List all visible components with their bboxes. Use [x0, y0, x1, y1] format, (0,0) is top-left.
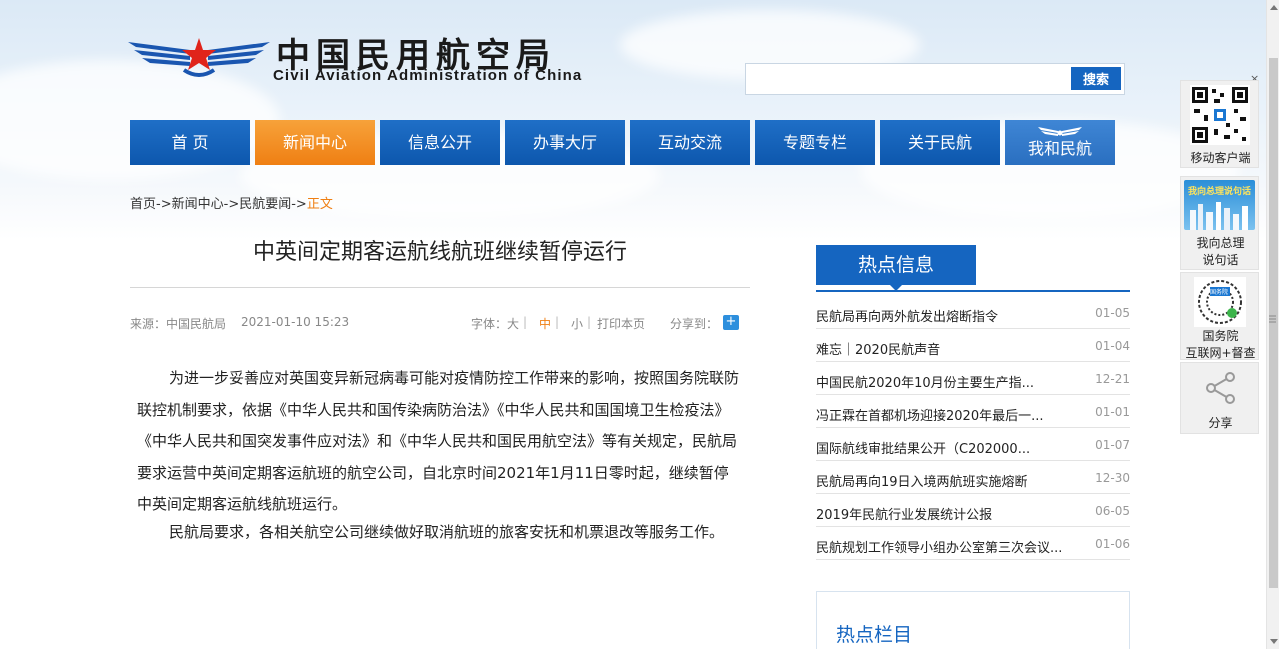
- breadcrumb-current: 正文: [306, 197, 333, 212]
- mobile-client-widget[interactable]: 移动客户端: [1180, 80, 1259, 168]
- premier-message-widget[interactable]: 我向总理说句话 我向总理 说句话: [1180, 176, 1259, 270]
- side-label: 移动客户端: [1190, 151, 1251, 165]
- hot-info-item[interactable]: 民航规划工作领导小组办公室第三次会议... 01-06: [816, 527, 1130, 560]
- hot-info-title[interactable]: 难忘｜2020民航声音: [816, 339, 940, 358]
- state-council-widget[interactable]: 国务院 国务院 互联网+督查: [1180, 272, 1259, 360]
- article-paragraph: 为进一步妥善应对英国变异新冠病毒可能对疫情防控工作带来的影响，按照国务院联防联控…: [137, 369, 740, 513]
- article-paragraph: 民航局要求，各相关航空公司继续做好取消航班的旅客安抚和机票退改等服务工作。: [169, 523, 725, 541]
- search-bar: 搜索: [745, 63, 1125, 95]
- hot-info-tab[interactable]: 热点信息: [816, 245, 976, 285]
- caac-emblem-icon[interactable]: [128, 36, 270, 80]
- article-title: 中英间定期客运航线航班继续暂停运行: [252, 240, 627, 265]
- wings-icon: [1038, 127, 1082, 136]
- font-size-label: 字体：: [471, 317, 508, 331]
- hot-info-item[interactable]: 民航局再向两外航发出熔断指令 01-05: [816, 296, 1130, 329]
- nav-item-label: 办事大厅: [532, 133, 597, 152]
- city-skyline-icon: [1190, 202, 1248, 230]
- breadcrumb-separator: ->: [291, 197, 307, 212]
- hot-info-date: 12-30: [1095, 471, 1130, 485]
- nav-item-me-and-caac[interactable]: 我和民航: [1005, 120, 1115, 165]
- scroll-down-arrow-icon[interactable]: [1270, 639, 1278, 644]
- hot-info-date: 01-05: [1095, 306, 1130, 320]
- qr-code-icon: [1194, 277, 1246, 327]
- breadcrumb-news[interactable]: 新闻中心: [172, 197, 224, 212]
- font-size-medium[interactable]: 中: [539, 315, 551, 332]
- title-divider: [130, 287, 750, 288]
- nav-item-label: 专题专栏: [782, 133, 847, 152]
- meta-divider: |: [555, 315, 560, 329]
- scroll-grip-icon: [1269, 315, 1276, 323]
- hot-info-item[interactable]: 难忘｜2020民航声音 01-04: [816, 329, 1130, 362]
- premier-banner-text: 我向总理说句话: [1187, 187, 1251, 197]
- hot-info-item[interactable]: 中国民航2020年10月份主要生产指... 12-21: [816, 362, 1130, 395]
- hot-info-title[interactable]: 民航局再向两外航发出熔断指令: [816, 306, 998, 325]
- meta-divider: |: [587, 315, 592, 329]
- qr-code-icon: [1190, 85, 1250, 145]
- nav-item-label: 互动交流: [657, 133, 722, 152]
- font-size-small[interactable]: 小: [571, 315, 583, 332]
- state-council-badge: 国务院: [1210, 289, 1229, 296]
- site-title-en: Civil Aviation Administration of China: [273, 67, 583, 84]
- nav-item-label: 首 页: [171, 133, 209, 152]
- breadcrumb: 首页->新闻中心->民航要闻->正文: [130, 193, 333, 212]
- hot-info-title[interactable]: 冯正霖在首都机场迎接2020年最后一...: [816, 405, 1043, 424]
- meta-divider: |: [523, 315, 528, 329]
- hot-info-title[interactable]: 民航局再向19日入境两航班实施熔断: [816, 471, 1028, 490]
- hot-info-date: 01-07: [1095, 438, 1130, 452]
- nav-item-about[interactable]: 关于民航: [880, 120, 1000, 165]
- hot-columns-title: 热点栏目: [836, 624, 913, 646]
- print-link[interactable]: 打印本页: [597, 315, 645, 332]
- hot-info-item[interactable]: 国际航线审批结果公开（C202000... 01-07: [816, 428, 1130, 461]
- breadcrumb-home[interactable]: 首页: [130, 197, 156, 212]
- share-widget[interactable]: 分享: [1180, 362, 1259, 434]
- article-source: 来源：中国民航局: [130, 317, 227, 331]
- breadcrumb-separator: ->: [223, 197, 240, 212]
- hot-info-title[interactable]: 国际航线审批结果公开（C202000...: [816, 438, 1030, 457]
- breadcrumb-separator: ->: [156, 197, 172, 212]
- hot-info-item[interactable]: 冯正霖在首都机场迎接2020年最后一... 01-01: [816, 395, 1130, 428]
- breadcrumb-caac-news[interactable]: 民航要闻: [239, 197, 291, 212]
- nav-item-label: 信息公开: [407, 133, 472, 152]
- font-size-large[interactable]: 大: [507, 315, 519, 332]
- side-label: 分享: [1208, 416, 1233, 430]
- nav-item-label: 新闻中心: [282, 133, 347, 152]
- hot-columns-panel: 热点栏目: [816, 591, 1130, 649]
- hot-info-date: 01-06: [1095, 537, 1130, 551]
- nav-item-label: 关于民航: [907, 133, 972, 152]
- share-icon: [1206, 372, 1235, 404]
- side-label: 我向总理 说句话: [1196, 236, 1245, 267]
- hot-info-title[interactable]: 中国民航2020年10月份主要生产指...: [816, 372, 1034, 391]
- hot-info-item[interactable]: 民航局再向19日入境两航班实施熔断 12-30: [816, 461, 1130, 494]
- nav-item-special-topics[interactable]: 专题专栏: [755, 120, 875, 165]
- premier-banner-image: 我向总理说句话: [1184, 180, 1255, 230]
- hot-info-title[interactable]: 民航规划工作领导小组办公室第三次会议...: [816, 537, 1062, 556]
- side-label: 国务院 互联网+督查: [1185, 329, 1256, 360]
- nav-item-label: 我和民航: [1027, 139, 1092, 158]
- nav-item-info-disclosure[interactable]: 信息公开: [380, 120, 500, 165]
- nav-item-interaction[interactable]: 互动交流: [630, 120, 750, 165]
- vertical-scrollbar[interactable]: [1266, 0, 1279, 649]
- hot-info-date: 01-01: [1095, 405, 1130, 419]
- article-datetime: 2021-01-10 15:23: [241, 315, 350, 329]
- hot-info-item[interactable]: 2019年民航行业发展统计公报 06-05: [816, 494, 1130, 527]
- nav-item-home[interactable]: 首 页: [130, 120, 250, 165]
- hot-info-title[interactable]: 2019年民航行业发展统计公报: [816, 504, 992, 523]
- hot-info-divider: [816, 290, 1130, 292]
- hot-info-date: 12-21: [1095, 372, 1130, 386]
- share-plus-icon[interactable]: +: [723, 315, 739, 330]
- hot-info-date: 01-04: [1095, 339, 1130, 353]
- search-button[interactable]: 搜索: [1071, 67, 1121, 90]
- share-label: 分享到：: [670, 317, 719, 331]
- scroll-up-arrow-icon[interactable]: [1270, 5, 1278, 10]
- nav-item-news[interactable]: 新闻中心: [255, 120, 375, 165]
- search-input[interactable]: [750, 67, 1068, 91]
- nav-item-service-hall[interactable]: 办事大厅: [505, 120, 625, 165]
- hot-info-date: 06-05: [1095, 504, 1130, 518]
